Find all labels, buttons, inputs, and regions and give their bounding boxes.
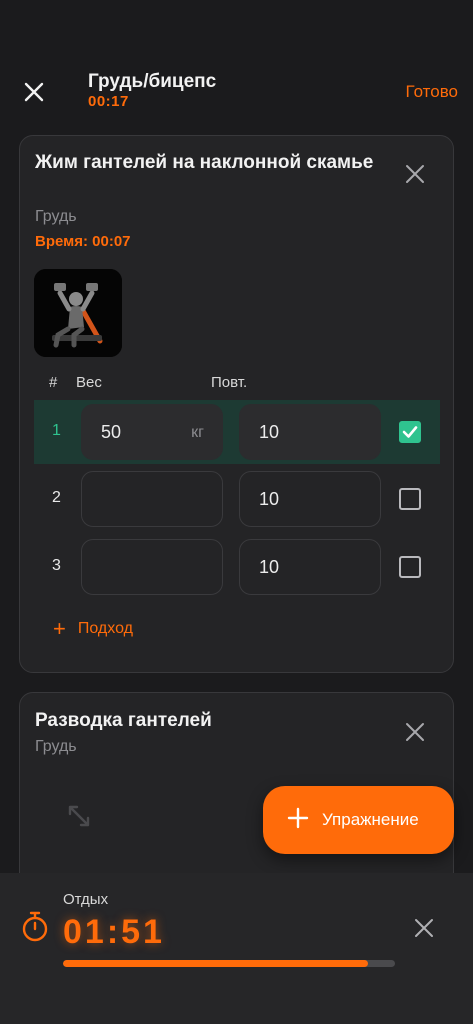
column-reps: Повт. (211, 374, 248, 391)
plus-icon: + (53, 616, 66, 641)
add-set-button[interactable]: + Подход (53, 616, 133, 641)
rest-label: Отдых (63, 891, 109, 908)
close-icon[interactable] (413, 917, 435, 939)
plus-icon (287, 807, 309, 829)
exercise-card: Жим гантелей на наклонной скамье Грудь В… (19, 135, 454, 673)
workout-timer: 00:17 (88, 93, 129, 110)
reps-input[interactable]: 10 (239, 404, 381, 460)
check-icon (402, 426, 418, 438)
remove-exercise-icon[interactable] (404, 163, 426, 185)
rest-time: 01:51 (63, 913, 165, 951)
set-row: 2 10 (34, 467, 440, 531)
remove-exercise-icon[interactable] (404, 721, 426, 743)
rest-progress-fill (63, 960, 369, 967)
exercise-name[interactable]: Разводка гантелей (35, 707, 375, 735)
set-number: 1 (52, 422, 61, 439)
rest-timer-panel: Отдых 01:51 (0, 873, 473, 1024)
weight-input[interactable]: 50 кг (81, 404, 223, 460)
reps-value: 10 (259, 489, 280, 509)
set-number: 3 (52, 557, 61, 574)
reps-input[interactable]: 10 (239, 539, 381, 595)
exercise-name[interactable]: Жим гантелей на наклонной скамье (35, 149, 375, 177)
reps-value: 10 (259, 422, 280, 442)
done-button[interactable]: Готово (406, 82, 459, 102)
exercise-image[interactable] (34, 269, 122, 357)
close-icon[interactable] (22, 80, 46, 104)
set-complete-checkbox[interactable] (399, 421, 421, 443)
weight-input[interactable] (81, 471, 223, 527)
reps-value: 10 (259, 557, 280, 577)
add-exercise-label: Упражнение (322, 810, 419, 829)
column-number: # (49, 374, 58, 391)
add-set-label: Подход (77, 620, 133, 637)
workout-title: Грудь/бицепс (88, 71, 217, 92)
column-weight: Вес (76, 374, 102, 391)
set-complete-checkbox[interactable] (399, 488, 421, 510)
rest-progress-bar (63, 960, 395, 967)
weight-value: 50 (101, 422, 122, 442)
expand-icon[interactable] (64, 801, 94, 831)
set-number: 2 (52, 489, 61, 506)
stopwatch-icon (22, 911, 48, 942)
reps-input[interactable]: 10 (239, 471, 381, 527)
top-bar: Грудь/бицепс 00:17 Готово (0, 0, 473, 130)
add-exercise-button[interactable]: Упражнение (263, 786, 454, 854)
exercise-time: Время: 00:07 (35, 233, 131, 250)
set-complete-checkbox[interactable] (399, 556, 421, 578)
weight-input[interactable] (81, 539, 223, 595)
weight-unit: кг (191, 424, 204, 441)
exercise-muscle: Грудь (35, 738, 77, 755)
set-row: 1 50 кг 10 (34, 400, 440, 464)
exercise-muscle: Грудь (35, 208, 77, 225)
set-row: 3 10 (34, 535, 440, 599)
